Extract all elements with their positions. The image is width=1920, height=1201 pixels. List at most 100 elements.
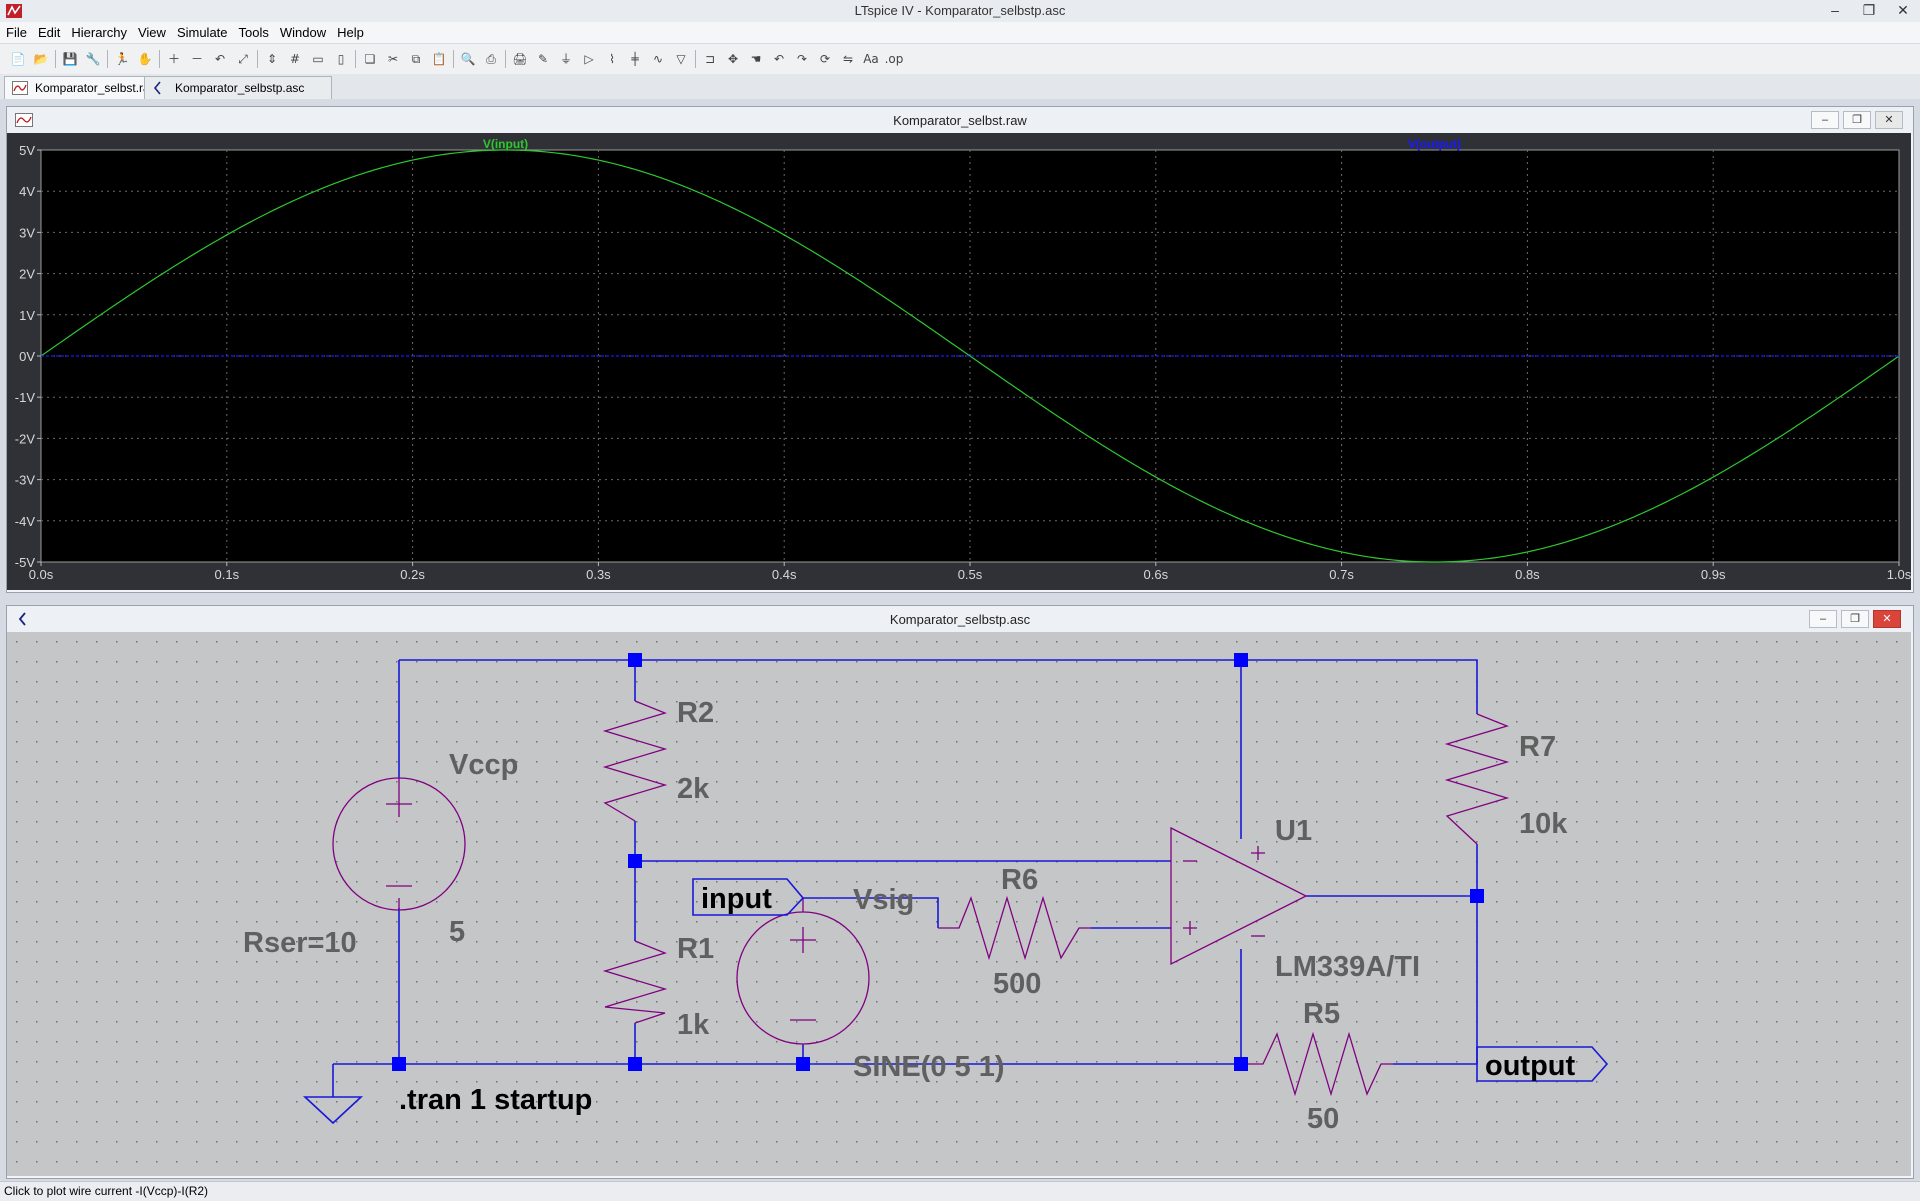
move-icon[interactable]: ✥ xyxy=(723,49,743,69)
schematic-icon xyxy=(153,81,161,95)
capacitor-icon[interactable]: ╪ xyxy=(625,49,645,69)
window-title: LTspice IV - Komparator_selbstp.asc xyxy=(854,3,1066,18)
open-icon[interactable]: 📂 xyxy=(31,49,51,69)
cascade-icon[interactable]: ❏ xyxy=(360,49,380,69)
resistor-icon[interactable]: ⌇ xyxy=(602,49,622,69)
legend-v-input[interactable]: V(input) xyxy=(483,137,528,151)
maximize-button[interactable]: ❐ xyxy=(1852,0,1886,20)
x-tick-label: 0.9s xyxy=(1701,567,1726,582)
schematic-window-title: Komparator_selbstp.asc xyxy=(889,612,1031,627)
r1-name: R1 xyxy=(677,933,714,965)
schematic-minimize-button[interactable]: – xyxy=(1809,610,1837,628)
vccp-value: 5 xyxy=(449,916,465,948)
x-tick-label: 1.0s xyxy=(1887,567,1911,582)
label-icon[interactable]: ▷ xyxy=(579,49,599,69)
schematic-restore-button[interactable]: ❐ xyxy=(1841,610,1869,628)
zoom-back-icon[interactable]: ↶ xyxy=(210,49,230,69)
tab-schematic[interactable]: Komparator_selbstp.asc xyxy=(144,76,332,99)
menu-help[interactable]: Help xyxy=(331,22,369,41)
copy-icon[interactable]: ⧉ xyxy=(406,49,426,69)
spice-directive[interactable]: .tran 1 startup xyxy=(399,1084,592,1116)
find-icon[interactable]: 🔍 xyxy=(458,49,478,69)
vsig-value: SINE(0 5 1) xyxy=(853,1051,1005,1083)
cut-icon[interactable]: ✂ xyxy=(383,49,403,69)
tab-waveform[interactable]: Komparator_selbst.raw xyxy=(4,76,158,99)
waveform-minimize-button[interactable]: – xyxy=(1811,111,1839,129)
y-tick-label: 5V xyxy=(19,143,35,158)
menu-tools[interactable]: Tools xyxy=(233,22,274,41)
junction xyxy=(1234,653,1248,667)
minimize-button[interactable]: – xyxy=(1818,0,1852,20)
spice-directive-icon[interactable]: .op xyxy=(884,49,904,69)
menu-simulate[interactable]: Simulate xyxy=(171,22,233,41)
rotate-icon[interactable]: ⟳ xyxy=(815,49,835,69)
menu-bar: File Edit Hierarchy View Simulate Tools Window… xyxy=(0,22,1920,43)
y-tick-label: 1V xyxy=(19,308,35,323)
paste-icon[interactable]: 📋 xyxy=(429,49,449,69)
menu-edit[interactable]: Edit xyxy=(32,22,65,41)
waveform-close-button[interactable]: ✕ xyxy=(1875,111,1903,129)
menu-view[interactable]: View xyxy=(132,22,171,41)
junction xyxy=(628,854,642,868)
junction xyxy=(1470,889,1484,903)
junction xyxy=(392,1057,406,1071)
drag-icon[interactable]: ☚ xyxy=(746,49,766,69)
toolbar-separator xyxy=(355,50,356,68)
tab-label: Komparator_selbstp.asc xyxy=(175,81,305,95)
tile-vertical-icon[interactable]: ▯ xyxy=(331,49,351,69)
x-tick-label: 0.5s xyxy=(958,567,983,582)
diode-icon[interactable]: ▽ xyxy=(671,49,691,69)
zoom-out-icon[interactable]: － xyxy=(187,49,207,69)
waveform-window-header: Komparator_selbst.raw – ❐ ✕ xyxy=(7,107,1913,133)
save-icon[interactable]: 💾 xyxy=(60,49,80,69)
ground-icon[interactable]: ⏚ xyxy=(556,49,576,69)
r2-name: R2 xyxy=(677,697,714,729)
r6-name: R6 xyxy=(1001,864,1038,896)
print-icon[interactable]: 🖨 xyxy=(510,49,530,69)
toolbar-separator xyxy=(107,50,108,68)
r2-value: 2k xyxy=(677,773,710,805)
zoom-in-icon[interactable]: ＋ xyxy=(164,49,184,69)
vccp-name: Vccp xyxy=(449,749,518,781)
toolbar-separator xyxy=(257,50,258,68)
menu-hierarchy[interactable]: Hierarchy xyxy=(65,22,132,41)
new-schematic-icon[interactable]: 📄 xyxy=(8,49,28,69)
text-icon[interactable]: Aa xyxy=(861,49,881,69)
x-tick-label: 0.4s xyxy=(772,567,797,582)
menu-file[interactable]: File xyxy=(0,22,32,41)
grid-icon[interactable]: # xyxy=(285,49,305,69)
schematic-canvas[interactable]: input output Vccp 5 Rser=10 R2 2k R1 1k … xyxy=(7,632,1911,1176)
schematic-close-button[interactable]: ✕ xyxy=(1873,610,1901,628)
autorange-icon[interactable]: ⇕ xyxy=(262,49,282,69)
run-icon[interactable]: 🏃 xyxy=(112,49,132,69)
close-button[interactable]: ✕ xyxy=(1886,0,1920,20)
schematic-window: Komparator_selbstp.asc – ❐ ✕ input outpu… xyxy=(6,605,1914,1179)
mirror-icon[interactable]: ⇋ xyxy=(838,49,858,69)
r5-value: 50 xyxy=(1307,1103,1339,1135)
component-icon[interactable]: ⊐ xyxy=(700,49,720,69)
waveform-restore-button[interactable]: ❐ xyxy=(1843,111,1871,129)
menu-window[interactable]: Window xyxy=(274,22,331,41)
waveform-plot[interactable]: 0.0s 0.1s 0.2s 0.3s 0.4s 0.5s 0.6s 0.7s 0.8s 0.9s… xyxy=(7,133,1911,590)
net-label-output-text: output xyxy=(1485,1050,1576,1082)
title-bar: LTspice IV - Komparator_selbstp.asc – ❐ … xyxy=(0,0,1920,23)
toolbar: 📄 📂 💾 🔧 🏃 ✋ ＋－ ↶ ⤢ ⇕ # ▭ ▯ ❏ ✂ ⧉ 📋 🔍 ⎙ 🖨 ✎ ⏚ ▷ ⌇ ╪ ∿ ▽ ⊐ ✥ ☚ ↶ ↷ ⟳ ⇋ Aa .op xyxy=(0,43,1920,75)
print-setup-icon[interactable]: ⎙ xyxy=(481,49,501,69)
zoom-fit-icon[interactable]: ⤢ xyxy=(233,49,253,69)
undo-icon[interactable]: ↶ xyxy=(769,49,789,69)
schematic-window-header: Komparator_selbstp.asc – ❐ ✕ xyxy=(7,606,1913,632)
wire-icon[interactable]: ✎ xyxy=(533,49,553,69)
redo-icon[interactable]: ↷ xyxy=(792,49,812,69)
pan-icon[interactable]: ✋ xyxy=(135,49,155,69)
inductor-icon[interactable]: ∿ xyxy=(648,49,668,69)
control-panel-icon[interactable]: 🔧 xyxy=(83,49,103,69)
r7-value: 10k xyxy=(1519,808,1568,840)
tab-label: Komparator_selbst.raw xyxy=(35,81,159,95)
tile-horizontal-icon[interactable]: ▭ xyxy=(308,49,328,69)
y-tick-label: -2V xyxy=(15,431,36,446)
y-tick-label: 4V xyxy=(19,184,35,199)
legend-v-output[interactable]: V(output) xyxy=(1408,137,1461,151)
net-label-input-text: input xyxy=(701,883,772,915)
x-tick-label: 0.7s xyxy=(1329,567,1354,582)
waveform-window: Komparator_selbst.raw – ❐ ✕ 0.0s 0.1s 0.2s… xyxy=(6,106,1914,593)
